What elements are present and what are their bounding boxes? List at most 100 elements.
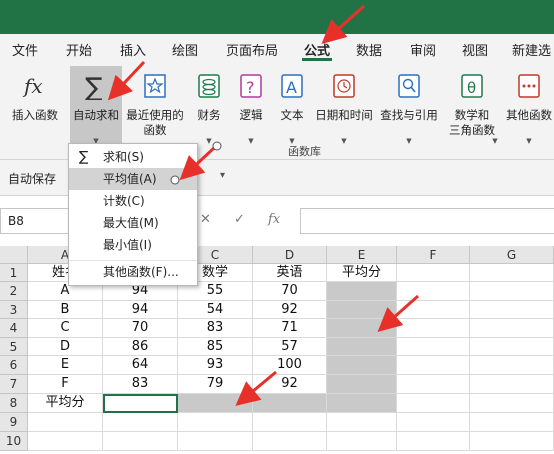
row-header-6[interactable]: 6 [0,356,28,375]
cell-g1[interactable] [470,264,554,282]
row-header-2[interactable]: 2 [0,282,28,301]
column-header-f[interactable]: F [397,246,470,264]
cell-b6[interactable]: 64 [103,356,178,375]
cell-b10[interactable] [103,432,178,451]
cell-e2[interactable] [327,282,397,301]
cell-g2[interactable] [470,282,554,301]
row-header-7[interactable]: 7 [0,375,28,394]
cell-f8[interactable] [397,394,470,413]
customize-toolbar-icon[interactable]: ▾ [220,170,225,181]
cell-a9[interactable] [28,413,103,432]
cell-e1[interactable]: 平均分 [327,264,397,282]
cell-d4[interactable]: 71 [253,319,327,338]
cell-a10[interactable] [28,432,103,451]
lookup-button[interactable]: 查找与引用 ▼ [376,66,442,146]
row-header-1[interactable]: 1 [0,264,28,282]
menu-draw[interactable]: 绘图 [172,40,198,59]
cell-c4[interactable]: 83 [178,319,253,338]
cell-a8[interactable]: 平均分 [28,394,103,413]
cell-e9[interactable] [327,413,397,432]
menu-insert[interactable]: 插入 [120,40,146,59]
menu-file[interactable]: 文件 [12,40,38,59]
datetime-button[interactable]: 日期和时间 ▼ [312,66,376,146]
finance-button[interactable]: 财务 ▼ [188,66,230,146]
column-header-e[interactable]: E [327,246,397,264]
cell-g7[interactable] [470,375,554,394]
menu-page-layout[interactable]: 页面布局 [226,40,278,59]
cell-g9[interactable] [470,413,554,432]
menu-data[interactable]: 数据 [356,40,382,59]
cell-f5[interactable] [397,338,470,356]
cell-d3[interactable]: 92 [253,301,327,319]
cell-f6[interactable] [397,356,470,375]
cell-c3[interactable]: 54 [178,301,253,319]
cell-a5[interactable]: D [28,338,103,356]
column-header-d[interactable]: D [253,246,327,264]
autosave-label[interactable]: 自动保存 [8,170,56,187]
row-header-3[interactable]: 3 [0,301,28,319]
menu-item-sum[interactable]: ∑ 求和(S) [69,146,197,168]
cell-d9[interactable] [253,413,327,432]
menu-view[interactable]: 视图 [462,40,488,59]
row-header-4[interactable]: 4 [0,319,28,338]
formula-input[interactable] [300,208,554,234]
cell-c10[interactable] [178,432,253,451]
confirm-icon[interactable]: ✓ [234,212,245,227]
cell-f9[interactable] [397,413,470,432]
cell-e6[interactable] [327,356,397,375]
menu-review[interactable]: 审阅 [410,40,436,59]
cell-e7[interactable] [327,375,397,394]
recent-functions-button[interactable]: 最近使用的 函数 [124,66,186,146]
cell-c5[interactable]: 85 [178,338,253,356]
menu-item-max[interactable]: 最大值(M) [69,212,197,234]
menu-item-more-functions[interactable]: 其他函数(F)... [69,260,197,282]
cell-f7[interactable] [397,375,470,394]
cell-g4[interactable] [470,319,554,338]
insert-function-icon[interactable]: fx [268,212,280,227]
menu-new-group[interactable]: 新建选 [512,40,551,59]
cell-g8[interactable] [470,394,554,413]
menu-item-min[interactable]: 最小值(I) [69,234,197,256]
cell-d2[interactable]: 70 [253,282,327,301]
menu-item-average[interactable]: 平均值(A) [69,168,197,190]
cell-b9[interactable] [103,413,178,432]
cell-e5[interactable] [327,338,397,356]
autosum-button[interactable]: ∑ 自动求和 ▼ [70,66,122,146]
row-header-9[interactable]: 9 [0,413,28,432]
row-header-5[interactable]: 5 [0,338,28,356]
more-functions-button[interactable]: 其他函数 ▼ [504,66,554,146]
cell-a4[interactable]: C [28,319,103,338]
menu-formulas[interactable]: 公式 [304,40,330,59]
row-header-10[interactable]: 10 [0,432,28,451]
cell-c9[interactable] [178,413,253,432]
cell-g10[interactable] [470,432,554,451]
menu-home[interactable]: 开始 [66,40,92,59]
cell-b5[interactable]: 86 [103,338,178,356]
row-header-8[interactable]: 8 [0,394,28,413]
cell-d10[interactable] [253,432,327,451]
cell-f4[interactable] [397,319,470,338]
cell-g5[interactable] [470,338,554,356]
text-button[interactable]: A 文本 ▼ [272,66,312,146]
cell-d6[interactable]: 100 [253,356,327,375]
cell-d1[interactable]: 英语 [253,264,327,282]
cell-c7[interactable]: 79 [178,375,253,394]
cell-b3[interactable]: 94 [103,301,178,319]
cell-a3[interactable]: B [28,301,103,319]
cell-e3[interactable] [327,301,397,319]
cell-f1[interactable] [397,264,470,282]
cell-e4[interactable] [327,319,397,338]
cell-f2[interactable] [397,282,470,301]
cell-a7[interactable]: F [28,375,103,394]
cell-e8[interactable] [327,394,397,413]
cell-b8[interactable] [103,394,178,413]
cell-c6[interactable]: 93 [178,356,253,375]
cancel-icon[interactable]: ✕ [200,212,211,227]
cell-e10[interactable] [327,432,397,451]
insert-function-button[interactable]: fx 插入函数 [4,66,66,146]
logic-button[interactable]: ? 逻辑 ▼ [232,66,270,146]
cell-g3[interactable] [470,301,554,319]
cell-f3[interactable] [397,301,470,319]
cell-b4[interactable]: 70 [103,319,178,338]
cell-a6[interactable]: E [28,356,103,375]
